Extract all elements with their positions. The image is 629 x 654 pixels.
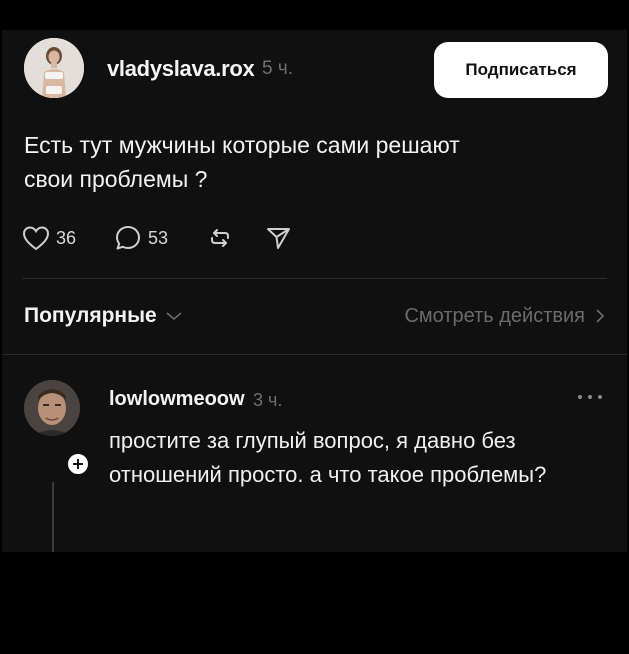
follow-author-badge[interactable] [66, 452, 90, 476]
post-time: 5 ч. [262, 58, 294, 79]
post-username[interactable]: vladyslava.rox [107, 56, 255, 82]
sort-dropdown[interactable]: Популярные [24, 304, 183, 328]
share-icon [267, 228, 291, 249]
post-text: Есть тут мужчины которые сами решают сво… [24, 132, 460, 192]
chevron-right-icon [596, 309, 605, 323]
post-author-avatar[interactable] [24, 38, 84, 98]
repost-icon [211, 229, 230, 247]
reply-username[interactable]: lowlowmeoow [109, 388, 245, 411]
sort-label: Популярные [24, 304, 157, 327]
comment-icon [116, 226, 141, 250]
thread-line [52, 482, 54, 552]
threads-screen: vladyslava.rox 5 ч. Подписаться Есть тут… [2, 30, 627, 552]
post-actions: 36 53 [22, 220, 318, 256]
share-button[interactable] [264, 224, 292, 252]
repost-button[interactable] [206, 224, 234, 252]
bottom-area [0, 552, 629, 654]
view-activity-label: Смотреть действия [404, 304, 585, 327]
divider [2, 354, 627, 355]
reply-comment: lowlowmeoow 3 ч. простите за глупый вопр… [2, 354, 627, 552]
view-activity-link[interactable]: Смотреть действия [404, 305, 605, 328]
divider [22, 278, 607, 279]
follow-button[interactable]: Подписаться [434, 42, 608, 98]
chevron-down-icon [166, 312, 182, 321]
plus-icon [73, 459, 83, 469]
like-count: 36 [56, 227, 77, 248]
reply-button[interactable]: 53 [114, 224, 168, 252]
more-icon[interactable] [577, 394, 603, 400]
reply-count: 53 [148, 227, 169, 248]
post: vladyslava.rox 5 ч. Подписаться Есть тут… [2, 30, 627, 384]
reply-time: 3 ч. [253, 390, 283, 410]
heart-icon [22, 226, 50, 251]
reply-text: простите за глупый вопрос, я давно без о… [109, 428, 547, 487]
reply-filter-row: Популярные Смотреть действия [24, 298, 605, 334]
reply-author-avatar[interactable] [24, 380, 80, 436]
like-button[interactable]: 36 [22, 225, 76, 251]
